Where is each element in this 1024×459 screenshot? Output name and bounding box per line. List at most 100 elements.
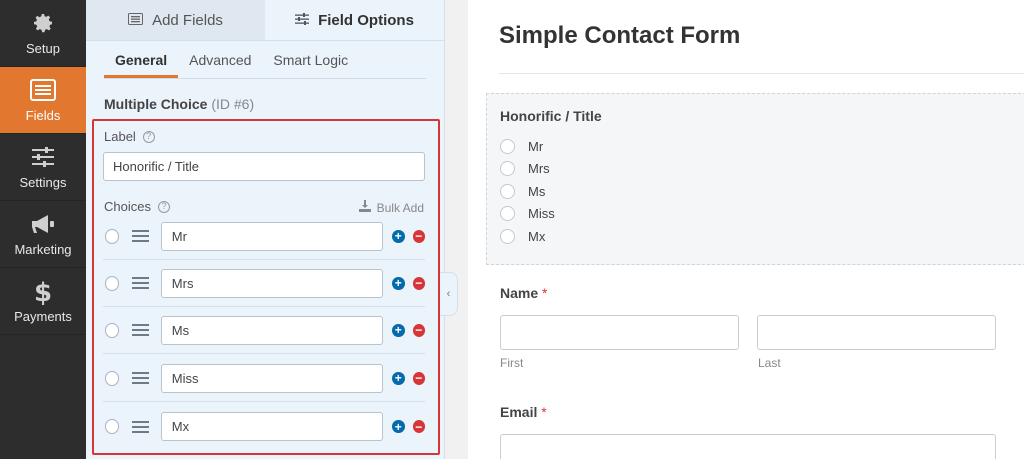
preview-choice-label: Miss [528,206,555,221]
default-choice-radio[interactable] [105,275,120,291]
add-choice-icon[interactable]: + [392,276,405,290]
label-input[interactable]: Honorific / Title [103,152,425,181]
preview-radio[interactable] [500,229,515,244]
nav-payments-label: Payments [14,309,72,324]
subtab-smart-logic[interactable]: Smart Logic [262,52,359,78]
collapse-panel-toggle[interactable]: ‹ [440,272,458,316]
gear-icon [30,10,56,36]
email-label-text: Email [500,404,538,420]
form-title: Simple Contact Form [499,22,741,49]
preview-radio[interactable] [500,206,515,221]
choice-row: Mr + − [103,213,425,260]
help-icon[interactable]: ? [157,200,170,213]
choice-row: Ms + − [103,307,425,354]
field-type-name: Multiple Choice [104,96,208,112]
label-caption: Label ? [104,129,155,144]
last-sublabel: Last [758,356,781,370]
field-id: (ID #6) [211,96,255,112]
preview-radio[interactable] [500,184,515,199]
choice-row: Miss + − [103,355,425,402]
choice-row: Mrs + − [103,260,425,307]
dollar-icon: $ [30,278,56,305]
nav-fields[interactable]: Fields [0,67,86,134]
field-options-panel: Add Fields Field Options General Advance… [86,0,445,459]
name-label-text: Name [500,285,539,301]
remove-choice-icon[interactable]: − [412,276,425,290]
panel-tabs: Add Fields Field Options [86,0,444,41]
nav-payments[interactable]: $ Payments [0,268,86,335]
honorific-label: Honorific / Title [500,108,602,124]
nav-marketing[interactable]: Marketing [0,201,86,268]
nav-marketing-label: Marketing [14,242,72,257]
choice-row: Mx + − [103,403,425,450]
form-preview: Simple Contact Form Honorific / Title Mr… [468,0,1024,459]
required-indicator: * [542,285,548,301]
fields-list-icon [30,77,56,103]
builder-sidebar: Setup Fields Settings Marketing $ Paymen… [0,0,86,459]
choice-input[interactable]: Mx [160,412,384,441]
drag-handle-icon[interactable] [132,324,149,336]
subtab-general[interactable]: General [104,52,179,78]
preview-choice[interactable]: Ms [500,184,545,199]
field-type-title: Multiple Choice (ID #6) [104,96,254,112]
preview-choice-label: Ms [528,184,546,199]
chevron-left-icon: ‹ [446,288,451,300]
add-choice-icon[interactable]: + [392,323,405,337]
preview-choice-label: Mr [528,139,544,154]
preview-choice-label: Mx [528,229,546,244]
email-input[interactable] [500,434,996,459]
tab-field-options-label: Field Options [318,11,414,29]
drag-handle-icon[interactable] [132,277,149,289]
help-icon[interactable]: ? [142,130,155,143]
add-choice-icon[interactable]: + [392,371,405,385]
first-sublabel: First [500,356,524,370]
preview-radio[interactable] [500,161,515,176]
title-divider [499,73,1024,74]
default-choice-radio[interactable] [105,228,120,244]
first-name-input[interactable] [500,315,739,350]
last-name-input[interactable] [757,315,996,350]
default-choice-radio[interactable] [105,419,120,434]
remove-choice-icon[interactable]: − [412,323,425,337]
label-caption-text: Label [104,129,136,144]
preview-choice[interactable]: Mr [500,139,543,154]
remove-choice-icon[interactable]: − [412,420,425,433]
remove-choice-icon[interactable]: − [412,371,425,385]
preview-choice[interactable]: Miss [500,206,555,221]
list-icon [128,12,144,29]
sliders-icon [295,12,310,29]
choice-input[interactable]: Mr [160,221,384,251]
preview-choice-label: Mrs [528,161,550,176]
nav-setup-label: Setup [26,41,60,56]
remove-choice-icon[interactable]: − [412,229,425,243]
preview-choice[interactable]: Mrs [500,161,550,176]
name-label: Name * [500,285,547,301]
choice-input[interactable]: Miss [160,363,384,393]
tab-field-options[interactable]: Field Options [265,0,444,40]
add-choice-icon[interactable]: + [392,420,405,433]
nav-fields-label: Fields [25,108,61,123]
drag-handle-icon[interactable] [132,420,149,433]
choice-input[interactable]: Mrs [160,268,384,298]
preview-choice[interactable]: Mx [500,229,545,244]
add-choice-icon[interactable]: + [392,229,405,243]
nav-settings[interactable]: Settings [0,134,86,201]
tab-add-fields-label: Add Fields [152,11,223,29]
email-label: Email * [500,404,547,420]
choices-caption: Choices ? [104,199,170,214]
drag-handle-icon[interactable] [132,230,149,242]
choice-input[interactable]: Ms [160,315,384,345]
svg-text:$: $ [34,278,52,305]
sliders-icon [30,144,56,170]
choices-caption-text: Choices [104,199,151,214]
megaphone-icon [30,211,56,237]
nav-setup[interactable]: Setup [0,0,86,67]
field-subtabs: General Advanced Smart Logic [104,41,426,79]
required-indicator: * [541,404,547,420]
tab-add-fields[interactable]: Add Fields [86,0,265,40]
default-choice-radio[interactable] [105,322,120,338]
subtab-advanced[interactable]: Advanced [178,52,262,78]
drag-handle-icon[interactable] [132,372,149,384]
default-choice-radio[interactable] [105,370,120,386]
preview-radio[interactable] [500,139,515,154]
